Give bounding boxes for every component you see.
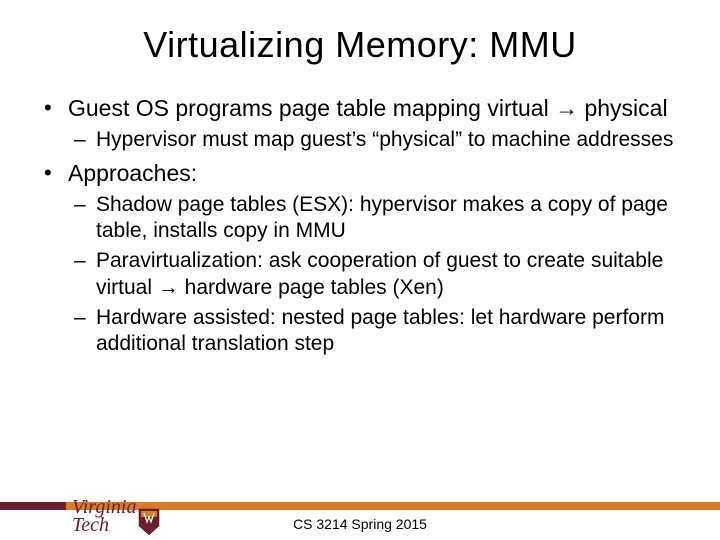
footer-text: CS 3214 Spring 2015	[0, 516, 720, 532]
slide-title: Virtualizing Memory: MMU	[40, 24, 680, 66]
sub-bullet-text: Hypervisor must map guest’s “physical” t…	[96, 128, 673, 151]
sub-bullet-list: Hypervisor must map guest’s “physical” t…	[68, 127, 680, 153]
bullet-item: Guest OS programs page table mapping vir…	[40, 94, 680, 153]
bullet-text: Guest OS programs page table mapping vir…	[68, 95, 668, 121]
sub-bullet-item: Shadow page tables (ESX): hypervisor mak…	[68, 192, 680, 245]
bar-maroon	[0, 502, 66, 510]
sub-bullet-item: Hypervisor must map guest’s “physical” t…	[68, 127, 680, 153]
sub-bullet-list: Shadow page tables (ESX): hypervisor mak…	[68, 192, 680, 358]
bar-orange	[66, 502, 720, 510]
slide: Virtualizing Memory: MMU Guest OS progra…	[0, 0, 720, 540]
sub-bullet-item: Hardware assisted: nested page tables: l…	[68, 305, 680, 358]
sub-bullet-text: Hardware assisted: nested page tables: l…	[96, 306, 664, 355]
bullet-text: Approaches:	[68, 160, 197, 186]
bullet-item: Approaches: Shadow page tables (ESX): hy…	[40, 159, 680, 357]
sub-bullet-text: Paravirtualization: ask cooperation of g…	[96, 249, 663, 298]
sub-bullet-item: Paravirtualization: ask cooperation of g…	[68, 248, 680, 301]
slide-content: Guest OS programs page table mapping vir…	[40, 94, 680, 357]
bullet-list: Guest OS programs page table mapping vir…	[40, 94, 680, 357]
sub-bullet-text: Shadow page tables (ESX): hypervisor mak…	[96, 193, 668, 242]
